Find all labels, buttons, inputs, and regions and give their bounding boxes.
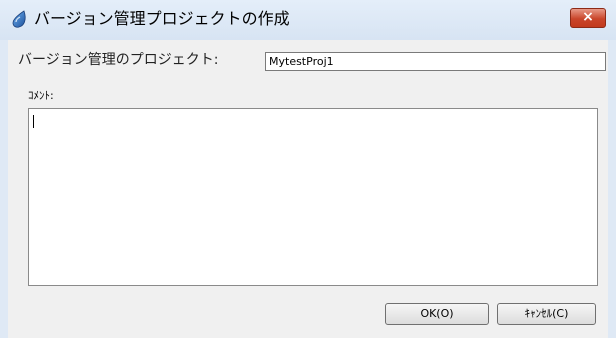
ok-button[interactable]: OK(O) [385, 303, 489, 325]
droplet-app-icon [12, 10, 26, 28]
close-button[interactable]: × [570, 8, 606, 28]
cancel-button-label: ｷｬﾝｾﾙ(C) [524, 307, 569, 320]
text-caret [33, 115, 34, 128]
title-bar[interactable]: バージョン管理プロジェクトの作成 × [0, 0, 616, 40]
project-name-label: バージョン管理のプロジェクト: [18, 52, 219, 68]
cancel-button[interactable]: ｷｬﾝｾﾙ(C) [497, 303, 596, 325]
comment-textarea[interactable] [28, 108, 598, 286]
project-name-input[interactable]: MytestProj1 [265, 52, 606, 71]
close-icon: × [582, 9, 594, 25]
ok-button-label: OK(O) [420, 307, 454, 320]
comment-label: ｺﾒﾝﾄ: [28, 89, 54, 102]
window-title: バージョン管理プロジェクトの作成 [34, 9, 290, 28]
